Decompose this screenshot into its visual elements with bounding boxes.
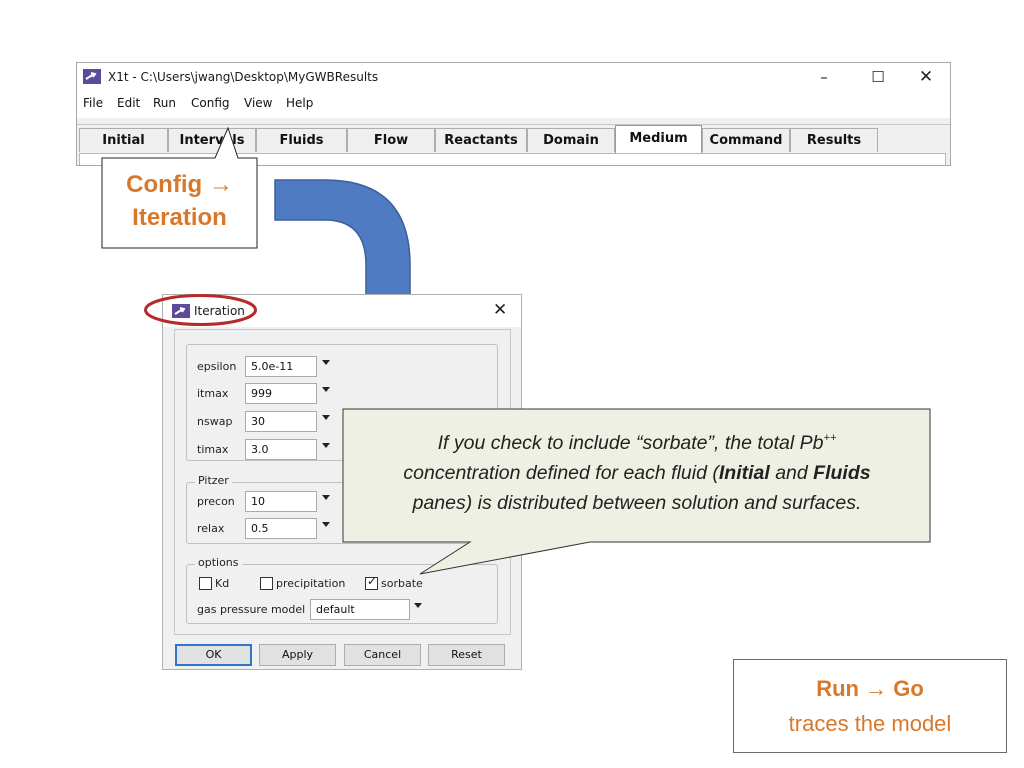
menu-file[interactable]: File xyxy=(83,96,103,110)
tab-initial[interactable]: Initial xyxy=(79,128,168,152)
minimize-icon[interactable]: – xyxy=(801,63,847,91)
title-highlight-ellipse xyxy=(144,294,257,326)
window-titlebar: X1t - C:\Users\jwang\Desktop\MyGWBResult… xyxy=(77,63,950,91)
iteration-params-group: epsilon 5.0e-11 itmax 999 nswap 30 timax… xyxy=(186,344,498,461)
kd-label: Kd xyxy=(215,577,230,590)
main-window: X1t - C:\Users\jwang\Desktop\MyGWBResult… xyxy=(76,62,951,166)
tab-flow[interactable]: Flow xyxy=(347,128,435,152)
menu-config[interactable]: Config xyxy=(191,96,230,110)
gas-pressure-model-label: gas pressure model xyxy=(197,603,306,616)
epsilon-dropdown-icon[interactable] xyxy=(322,360,330,365)
epsilon-label: epsilon xyxy=(197,360,237,373)
timax-label: timax xyxy=(197,443,229,456)
menu-help[interactable]: Help xyxy=(286,96,313,110)
itmax-dropdown-icon[interactable] xyxy=(322,387,330,392)
tab-medium[interactable]: Medium xyxy=(615,125,702,153)
run-go-subtitle: traces the model xyxy=(788,711,952,736)
pitzer-group: Pitzer precon 10 relax 0.5 xyxy=(186,474,498,544)
relax-dropdown-icon[interactable] xyxy=(322,522,330,527)
bubble-fluids-word: Fluids xyxy=(813,462,871,484)
window-title: X1t - C:\Users\jwang\Desktop\MyGWBResult… xyxy=(108,70,379,84)
tab-fluids[interactable]: Fluids xyxy=(256,128,347,152)
nswap-field[interactable]: 30 xyxy=(245,411,317,432)
itmax-field[interactable]: 999 xyxy=(245,383,317,404)
run-go-title: Run → Go xyxy=(816,676,924,701)
tab-reactants[interactable]: Reactants xyxy=(435,128,527,152)
app-icon xyxy=(83,69,101,84)
callout-text: Config → Iteration xyxy=(102,168,257,234)
dialog-body: epsilon 5.0e-11 itmax 999 nswap 30 timax… xyxy=(174,329,511,635)
check-mark-icon: ✓ xyxy=(367,574,378,588)
pane-content-area xyxy=(79,153,946,165)
callout-line-1: Config → xyxy=(126,171,233,198)
tab-intervals[interactable]: Intervals xyxy=(168,128,256,152)
options-legend: options xyxy=(195,556,242,569)
bubble-initial-word: Initial xyxy=(718,462,770,484)
dialog-close-icon[interactable]: ✕ xyxy=(493,300,507,320)
sorbate-label: sorbate xyxy=(381,577,423,590)
precon-dropdown-icon[interactable] xyxy=(322,495,330,500)
options-group: options Kd precipitation ✓ sorbate gas p… xyxy=(186,556,498,624)
gas-pressure-dropdown-icon[interactable] xyxy=(414,603,422,608)
sorbate-checkbox[interactable]: ✓ xyxy=(365,574,378,590)
precipitation-label: precipitation xyxy=(276,577,346,590)
timax-field[interactable]: 3.0 xyxy=(245,439,317,460)
menu-edit[interactable]: Edit xyxy=(117,96,140,110)
gas-pressure-model-select[interactable]: default xyxy=(310,599,410,620)
menu-view[interactable]: View xyxy=(244,96,272,110)
precon-field[interactable]: 10 xyxy=(245,491,317,512)
itmax-label: itmax xyxy=(197,387,229,400)
kd-checkbox[interactable] xyxy=(199,577,212,590)
bubble-charge-superscript: ++ xyxy=(823,432,837,444)
tab-strip: Initial Intervals Fluids Flow Reactants … xyxy=(77,118,950,165)
callout-line-2: Iteration xyxy=(132,204,227,231)
epsilon-field[interactable]: 5.0e-11 xyxy=(245,356,317,377)
tab-domain[interactable]: Domain xyxy=(527,128,615,152)
close-icon[interactable]: ✕ xyxy=(903,63,949,91)
relax-label: relax xyxy=(197,522,225,535)
tab-results[interactable]: Results xyxy=(790,128,878,152)
tab-strip-divider xyxy=(77,124,950,125)
cancel-button[interactable]: Cancel xyxy=(344,644,421,666)
precipitation-checkbox[interactable] xyxy=(260,577,273,590)
ok-button[interactable]: OK xyxy=(175,644,252,666)
pitzer-legend: Pitzer xyxy=(195,474,232,487)
precon-label: precon xyxy=(197,495,235,508)
menu-run[interactable]: Run xyxy=(153,96,176,110)
nswap-label: nswap xyxy=(197,415,233,428)
iteration-dialog: Iteration ✕ epsilon 5.0e-11 itmax 999 ns… xyxy=(162,294,522,670)
nswap-dropdown-icon[interactable] xyxy=(322,415,330,420)
apply-button[interactable]: Apply xyxy=(259,644,336,666)
relax-field[interactable]: 0.5 xyxy=(245,518,317,539)
maximize-icon[interactable]: ☐ xyxy=(855,63,901,91)
reset-button[interactable]: Reset xyxy=(428,644,505,666)
tab-command[interactable]: Command xyxy=(702,128,790,152)
timax-dropdown-icon[interactable] xyxy=(322,443,330,448)
bubble-and-word: and xyxy=(769,462,814,484)
run-go-note: Run → Go traces the model xyxy=(733,659,1007,753)
